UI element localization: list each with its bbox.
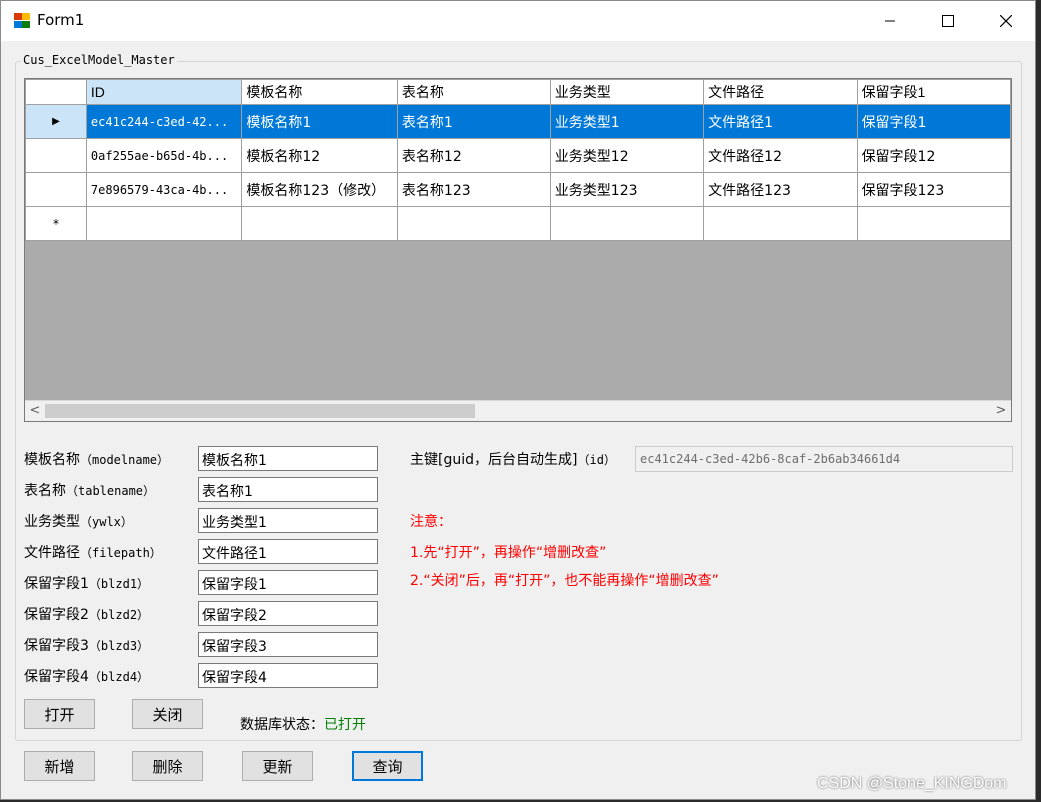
main-window: Form1 Cus_ExcelModel_Master ID 模板名称 表名称 … [0,0,1036,800]
blzd1-field[interactable]: 保留字段1 [198,570,378,595]
new-cell[interactable] [85,206,243,241]
grid-corner-header[interactable] [25,79,87,105]
cell-id[interactable]: ec41c244-c3ed-42... [85,104,243,139]
watermark: CSDN @Stone_KINGDom [817,775,1007,792]
cell-blzd1[interactable]: 保留字段12 [856,138,1011,173]
column-header-tablename[interactable]: 表名称 [396,79,551,105]
new-cell[interactable] [396,206,551,241]
new-row-icon: * [52,216,59,231]
label-blzd2: 保留字段2（blzd2） [24,607,150,623]
delete-button[interactable]: 删除 [132,751,203,781]
label-tablename: 表名称（tablename） [24,483,156,499]
cell-id[interactable]: 7e896579-43ca-4b... [85,172,243,207]
cell-filepath[interactable]: 文件路径1 [703,104,858,139]
blzd2-field[interactable]: 保留字段2 [198,601,378,626]
data-grid-table: ID 模板名称 表名称 业务类型 文件路径 保留字段1 ▶ ec41c244-c… [25,79,1011,241]
row-header[interactable] [25,138,87,173]
notes-line-1: 1.先“打开”，再操作“增删改查” [410,545,607,561]
ywlx-field[interactable]: 业务类型1 [198,508,378,533]
app-icon [14,13,30,28]
filepath-field[interactable]: 文件路径1 [198,539,378,564]
tablename-field[interactable]: 表名称1 [198,477,378,502]
cell-id[interactable]: 0af255ae-b65d-4b... [85,138,243,173]
scroll-left-icon[interactable]: < [27,403,43,419]
id-field[interactable]: ec41c244-c3ed-42b6-8caf-2b6ab34661d4 [635,446,1013,472]
cell-blzd1[interactable]: 保留字段1 [856,104,1011,139]
grid-header-row: ID 模板名称 表名称 业务类型 文件路径 保留字段1 [25,79,1011,105]
cell-tablename[interactable]: 表名称1 [396,104,551,139]
row-header[interactable]: * [25,206,87,241]
column-header-blzd1[interactable]: 保留字段1 [856,79,1011,105]
close-window-button[interactable] [977,1,1035,41]
close-button[interactable]: 关闭 [132,699,203,729]
new-row[interactable]: * [25,206,1011,241]
group-box-label: Cus_ExcelModel_Master [21,53,177,67]
cell-filepath[interactable]: 文件路径12 [703,138,858,173]
new-cell[interactable] [241,206,398,241]
cell-blzd1[interactable]: 保留字段123 [856,172,1011,207]
open-button[interactable]: 打开 [24,699,95,729]
label-filepath: 文件路径（filepath） [24,545,162,561]
row-header[interactable] [25,172,87,207]
column-header-modelname[interactable]: 模板名称 [241,79,398,105]
blzd3-field[interactable]: 保留字段3 [198,632,378,657]
new-cell[interactable] [856,206,1011,241]
label-id: 主键[guid，后台自动生成]（id） [410,452,616,468]
db-status-value: 已打开 [324,717,366,733]
new-cell[interactable] [549,206,705,241]
close-icon [1000,15,1012,27]
minimize-icon [885,20,895,22]
db-status-label: 数据库状态： [240,717,324,733]
modelname-field[interactable]: 模板名称1 [198,446,378,471]
cell-ywlx[interactable]: 业务类型1 [549,104,705,139]
label-ywlx: 业务类型（ywlx） [24,514,133,530]
label-blzd3: 保留字段3（blzd3） [24,638,150,654]
cell-tablename[interactable]: 表名称12 [396,138,551,173]
add-button[interactable]: 新增 [24,751,95,781]
notes-title: 注意： [410,514,452,530]
new-cell[interactable] [703,206,858,241]
notes-line-2: 2.“关闭”后，再“打开”，也不能再操作“增删改查” [410,573,719,589]
update-button[interactable]: 更新 [242,751,313,781]
window-title: Form1 [37,11,85,29]
cell-ywlx[interactable]: 业务类型123 [549,172,705,207]
minimize-button[interactable] [861,1,919,41]
cell-tablename[interactable]: 表名称123 [396,172,551,207]
data-grid[interactable]: ID 模板名称 表名称 业务类型 文件路径 保留字段1 ▶ ec41c244-c… [24,78,1012,422]
maximize-button[interactable] [919,1,977,41]
cell-modelname[interactable]: 模板名称123（修改） [241,172,398,207]
scrollbar-thumb[interactable] [45,404,475,418]
table-row[interactable]: ▶ ec41c244-c3ed-42... 模板名称1 表名称1 业务类型1 文… [25,104,1011,139]
horizontal-scrollbar[interactable]: < > [25,400,1011,421]
table-row[interactable]: 0af255ae-b65d-4b... 模板名称12 表名称12 业务类型12 … [25,138,1011,173]
cell-filepath[interactable]: 文件路径123 [703,172,858,207]
column-header-filepath[interactable]: 文件路径 [703,79,858,105]
scroll-right-icon[interactable]: > [993,403,1009,419]
current-row-icon: ▶ [52,116,60,127]
blzd4-field[interactable]: 保留字段4 [198,663,378,688]
label-blzd1: 保留字段1（blzd1） [24,576,150,592]
cell-modelname[interactable]: 模板名称12 [241,138,398,173]
column-header-ywlx[interactable]: 业务类型 [549,79,705,105]
db-status: 数据库状态：已打开 [240,714,366,734]
table-row[interactable]: 7e896579-43ca-4b... 模板名称123（修改） 表名称123 业… [25,172,1011,207]
label-blzd4: 保留字段4（blzd4） [24,669,150,685]
query-button[interactable]: 查询 [352,751,423,781]
maximize-icon [942,15,954,27]
title-bar[interactable]: Form1 [1,1,1035,41]
cell-ywlx[interactable]: 业务类型12 [549,138,705,173]
label-modelname: 模板名称（modelname） [24,452,170,468]
column-header-id[interactable]: ID [85,79,243,105]
row-header[interactable]: ▶ [25,104,87,139]
cell-modelname[interactable]: 模板名称1 [241,104,398,139]
